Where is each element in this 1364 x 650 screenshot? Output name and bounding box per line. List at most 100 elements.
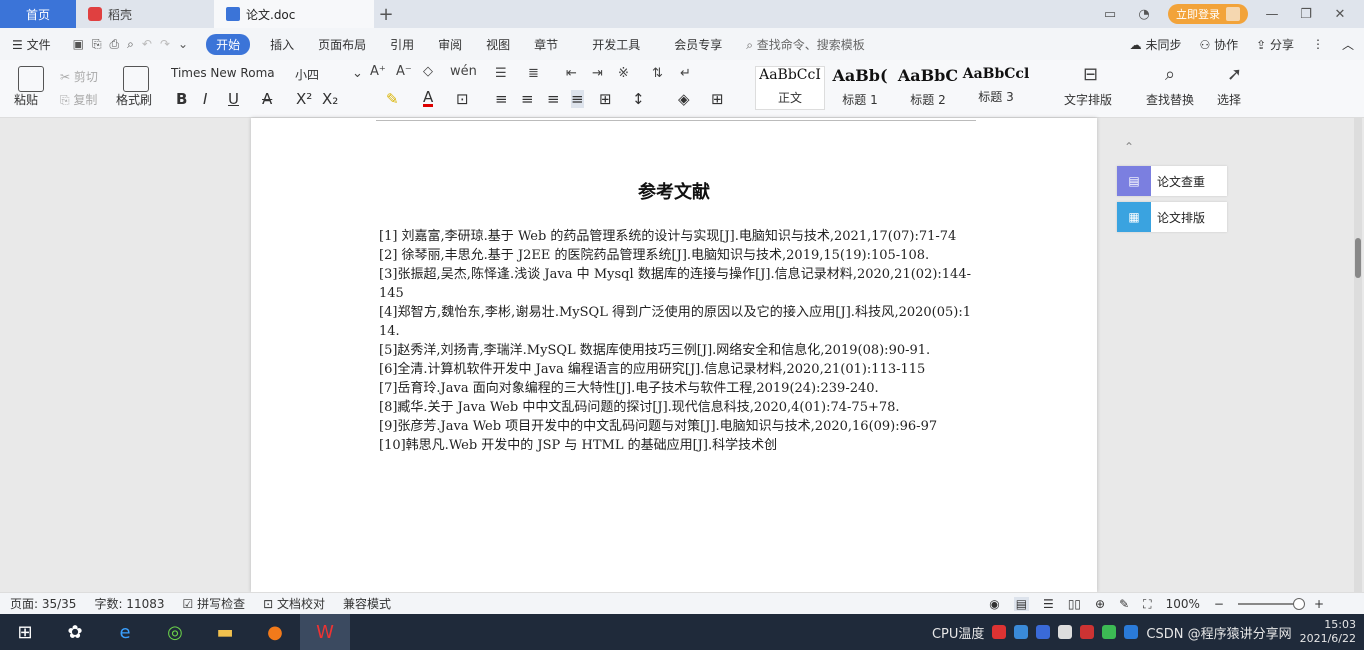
- document-page[interactable]: 参考文献 [1] 刘嘉富,李研琼.基于 Web 的药品管理系统的设计与实现[J]…: [251, 118, 1097, 592]
- menu-dev-tools[interactable]: 开发工具: [580, 36, 652, 53]
- wps-icon[interactable]: W: [300, 614, 350, 650]
- clock[interactable]: 15:03 2021/6/22: [1300, 618, 1356, 646]
- share-button[interactable]: ⇪ 分享: [1256, 36, 1294, 53]
- indent-icon[interactable]: ⇥: [592, 66, 603, 81]
- find-replace-icon[interactable]: ⌕: [1165, 64, 1175, 85]
- tray-icon[interactable]: [1080, 625, 1095, 639]
- bold-icon[interactable]: B: [176, 90, 187, 108]
- phonetic-icon[interactable]: wén: [450, 64, 477, 79]
- print-icon[interactable]: ⎙: [110, 37, 120, 52]
- zoom-in-icon[interactable]: +: [1314, 597, 1324, 611]
- align-center-icon[interactable]: ≡: [521, 90, 534, 108]
- eye-protect-icon[interactable]: ◉: [989, 597, 999, 611]
- doc-proof-button[interactable]: ⊡ 文档校对: [263, 595, 325, 612]
- style-heading-1[interactable]: AaBb( 标题 1: [825, 66, 895, 110]
- copy-button[interactable]: ⎘ 复制: [60, 91, 97, 108]
- save-icon[interactable]: ▣: [73, 37, 84, 52]
- file-menu[interactable]: ☰ 文件: [0, 36, 63, 53]
- sync-button[interactable]: ☁ 未同步: [1130, 36, 1182, 53]
- web-view-icon[interactable]: ⊕: [1095, 597, 1105, 611]
- tab-docer[interactable]: 稻壳: [76, 0, 214, 28]
- fit-window-icon[interactable]: ⛶: [1143, 597, 1151, 612]
- sort-icon[interactable]: ⇅: [652, 66, 663, 81]
- menu-references[interactable]: 引用: [378, 36, 426, 53]
- media-icon[interactable]: ●: [250, 614, 300, 650]
- paper-check-button[interactable]: ▤ 论文查重: [1117, 166, 1227, 196]
- find-replace-label[interactable]: 查找替换: [1146, 91, 1194, 108]
- cut-button[interactable]: ✂ 剪切: [60, 68, 98, 85]
- menu-view[interactable]: 视图: [474, 36, 522, 53]
- tray-icon[interactable]: [1014, 625, 1029, 639]
- cpu-temp[interactable]: CPU温度: [932, 623, 984, 642]
- page-view-icon[interactable]: ▤: [1013, 597, 1030, 611]
- bluetooth-icon[interactable]: [1124, 625, 1139, 639]
- format-painter-icon[interactable]: [123, 66, 149, 92]
- zoom-level[interactable]: 100%: [1166, 597, 1200, 611]
- format-painter-label[interactable]: 格式刷: [116, 91, 152, 108]
- outline-view-icon[interactable]: ☰: [1043, 597, 1054, 611]
- shading-icon[interactable]: ◈: [678, 90, 690, 108]
- chevron-down-icon[interactable]: ⌄: [178, 37, 188, 52]
- minimize-icon[interactable]: —: [1262, 7, 1282, 22]
- select-cursor-icon[interactable]: ➚: [1227, 64, 1242, 85]
- more-icon[interactable]: ⋮: [1312, 37, 1324, 51]
- undo-icon[interactable]: ↶: [142, 37, 152, 52]
- char-border-icon[interactable]: ⊡: [456, 90, 469, 108]
- paste-icon[interactable]: [18, 66, 44, 92]
- borders-icon[interactable]: ⊞: [711, 90, 724, 108]
- close-icon[interactable]: ✕: [1330, 7, 1350, 22]
- menu-page-layout[interactable]: 页面布局: [306, 36, 378, 53]
- underline-icon[interactable]: U: [228, 90, 239, 108]
- subscript-icon[interactable]: X₂: [322, 90, 338, 108]
- redo-icon[interactable]: ↷: [160, 37, 170, 52]
- pen-icon[interactable]: ✎: [1119, 597, 1129, 611]
- numbering-icon[interactable]: ≣: [528, 66, 539, 81]
- bullets-icon[interactable]: ☰: [495, 66, 507, 81]
- menu-review[interactable]: 审阅: [426, 36, 474, 53]
- style-normal[interactable]: AaBbCcI 正文: [755, 66, 825, 110]
- read-view-icon[interactable]: ▯▯: [1068, 597, 1081, 611]
- page-indicator[interactable]: 页面: 35/35: [10, 595, 76, 612]
- folder-icon[interactable]: ▬: [200, 614, 250, 650]
- style-heading-3[interactable]: AaBbCcl 标题 3: [961, 66, 1031, 110]
- chevron-down-icon[interactable]: ⌄: [352, 66, 363, 81]
- menu-insert[interactable]: 插入: [258, 36, 306, 53]
- menu-section[interactable]: 章节: [522, 36, 570, 53]
- command-search[interactable]: ⌕ 查找命令、搜索模板: [734, 36, 877, 53]
- align-right-icon[interactable]: ≡: [547, 90, 560, 108]
- font-size-select[interactable]: 小四: [295, 66, 319, 83]
- skin-icon[interactable]: ◔: [1134, 7, 1154, 22]
- font-name-select[interactable]: Times New Roma: [171, 66, 279, 80]
- windows-start-icon[interactable]: ⊞: [0, 614, 50, 650]
- login-button[interactable]: 立即登录: [1168, 4, 1248, 24]
- wifi-icon[interactable]: [1102, 625, 1117, 639]
- shrink-font-icon[interactable]: A⁻: [396, 64, 412, 79]
- tab-home[interactable]: 首页: [0, 0, 76, 28]
- collapse-ribbon-icon[interactable]: ︿: [1342, 36, 1354, 53]
- paste-label[interactable]: 粘贴: [14, 91, 38, 108]
- text-layout-label[interactable]: 文字排版: [1064, 91, 1112, 108]
- shield-icon[interactable]: [1036, 625, 1051, 639]
- collab-button[interactable]: ⚇ 协作: [1200, 36, 1239, 53]
- preview-icon[interactable]: ⌕: [127, 37, 134, 52]
- bell-icon[interactable]: [1058, 625, 1073, 639]
- export-icon[interactable]: ⎘: [92, 37, 102, 52]
- justify-icon[interactable]: ≡: [571, 90, 584, 108]
- text-layout-icon[interactable]: ⊟: [1083, 64, 1098, 85]
- clear-format-icon[interactable]: ◇: [423, 64, 433, 79]
- tab-document[interactable]: 论文.doc: [214, 0, 374, 28]
- style-heading-2[interactable]: AaBbC 标题 2: [893, 66, 963, 110]
- browser-icon[interactable]: ◎: [150, 614, 200, 650]
- superscript-icon[interactable]: X²: [296, 90, 312, 108]
- scrollbar-thumb[interactable]: [1355, 238, 1361, 278]
- restore-icon[interactable]: ❐: [1296, 7, 1316, 22]
- layout-icon[interactable]: ▭: [1100, 7, 1120, 22]
- italic-icon[interactable]: I: [203, 90, 207, 108]
- tray-icon[interactable]: [992, 625, 1007, 639]
- outdent-icon[interactable]: ⇤: [566, 66, 577, 81]
- zoom-slider-thumb[interactable]: [1292, 598, 1305, 610]
- strikethrough-icon[interactable]: A: [262, 90, 272, 108]
- app-icon[interactable]: ✿: [50, 614, 100, 650]
- highlight-icon[interactable]: ✎: [386, 90, 399, 108]
- zoom-slider[interactable]: [1237, 598, 1305, 610]
